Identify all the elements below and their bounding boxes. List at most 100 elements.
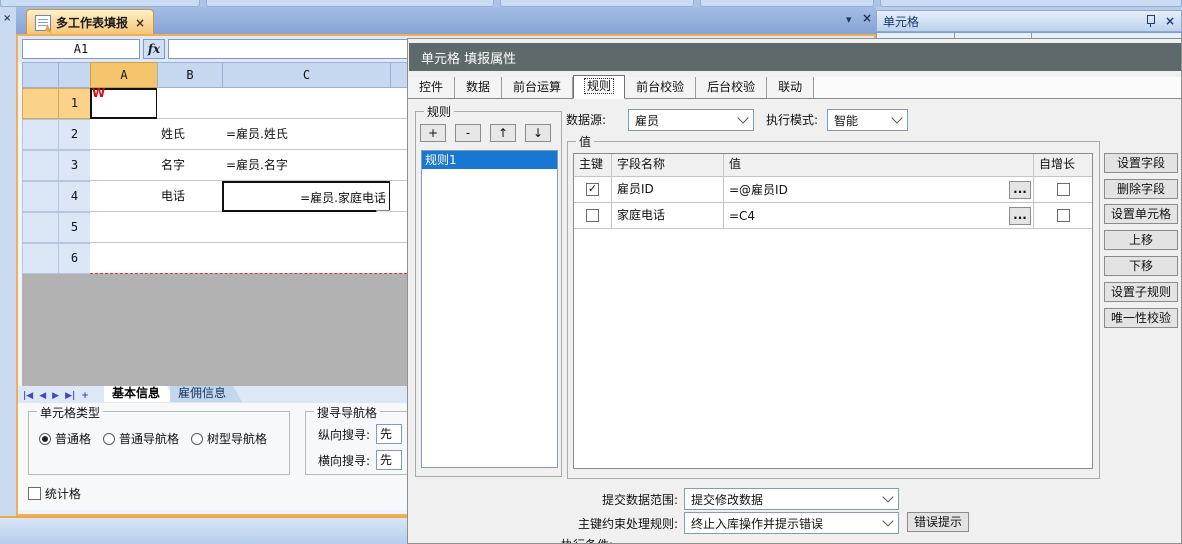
left-collapsed-panel[interactable]: × (0, 7, 17, 516)
cell-B5[interactable] (157, 212, 223, 243)
column-header-B[interactable]: B (157, 62, 223, 88)
cell-A1[interactable]: W (90, 88, 158, 119)
row-gutter-cell[interactable] (22, 88, 59, 119)
rule-list-item[interactable]: 规则1 (422, 151, 557, 169)
cell-reference-box[interactable]: A1 (22, 39, 140, 59)
ribbon-group-stub[interactable] (700, 0, 874, 7)
cell-A3[interactable] (90, 150, 158, 181)
delete-field-button[interactable]: 删除字段 (1104, 179, 1178, 199)
row-gutter-cell[interactable] (22, 181, 59, 212)
move-down-button[interactable]: 下移 (1104, 256, 1178, 276)
unique-check-button[interactable]: 唯一性校验 (1104, 308, 1178, 328)
cell-B2[interactable]: 姓氏 (157, 119, 223, 150)
value-cell[interactable]: =@雇员ID... (724, 177, 1034, 202)
row-gutter-cell[interactable] (22, 150, 59, 181)
tab-list-dropdown-icon[interactable]: ▾ (846, 13, 852, 26)
close-icon[interactable]: × (3, 13, 11, 24)
dialog-tab-数据[interactable]: 数据 (455, 77, 502, 98)
cell-A5[interactable] (90, 212, 158, 243)
set-subrule-button[interactable]: 设置子规则 (1104, 282, 1178, 302)
dialog-titlebar[interactable]: 单元格 填报属性 (409, 43, 1181, 71)
cell-type-radio-树型导航格[interactable]: 树型导航格 (191, 430, 267, 447)
column-header-num[interactable] (58, 62, 91, 88)
ribbon-group-stub[interactable] (206, 0, 494, 7)
column-header-C[interactable]: C (222, 62, 391, 88)
submit-range-select[interactable]: 提交修改数据 (684, 488, 899, 510)
ribbon-group-stub[interactable] (500, 0, 694, 7)
sheet-nav-button[interactable]: ▶ (52, 391, 59, 401)
column-header-gutter[interactable] (22, 62, 59, 88)
row-header-1[interactable]: 1 (58, 88, 91, 119)
checkbox-icon[interactable] (1057, 209, 1070, 222)
horizontal-search-field[interactable]: 先 (376, 450, 402, 470)
sheet-tab-基本信息[interactable]: 基本信息 (104, 386, 176, 402)
row-header-2[interactable]: 2 (58, 119, 91, 150)
row-gutter-cell[interactable] (22, 243, 59, 274)
row-header-5[interactable]: 5 (58, 212, 91, 243)
cell-C6[interactable] (222, 243, 391, 274)
auto-increment-cell[interactable] (1034, 203, 1092, 228)
move-up-button[interactable]: 上移 (1104, 230, 1178, 250)
cell-B6[interactable] (157, 243, 223, 274)
dialog-tab-规则[interactable]: 规则 (573, 75, 625, 99)
cell-C5[interactable] (222, 212, 391, 243)
checkbox-icon[interactable]: ✓ (586, 183, 599, 196)
cell-C1[interactable] (222, 88, 391, 119)
rules-list[interactable]: 规则1 (421, 150, 558, 468)
vertical-search-field[interactable]: 先 (376, 424, 402, 444)
cell-C4[interactable]: =雇员.家庭电话⋯ (222, 181, 391, 212)
row-header-3[interactable]: 3 (58, 150, 91, 181)
dialog-tab-联动[interactable]: 联动 (767, 77, 814, 98)
pk-rule-select[interactable]: 终止入库操作并提示错误 (684, 512, 899, 534)
dialog-tab-控件[interactable]: 控件 (408, 77, 455, 98)
exec-mode-select[interactable]: 智能 (827, 109, 908, 131)
value-cell[interactable]: =C4... (724, 203, 1034, 228)
cell-A4[interactable] (90, 181, 158, 212)
cell-type-radio-普通格[interactable]: 普通格 (39, 430, 91, 447)
ribbon-group-stub[interactable] (0, 0, 200, 7)
cell-C2[interactable]: =雇员.姓氏 (222, 119, 391, 150)
formula-editor-button[interactable]: ... (1009, 181, 1031, 199)
remove-rule-button[interactable]: - (455, 124, 481, 142)
row-header-6[interactable]: 6 (58, 243, 91, 274)
cell-B1[interactable] (157, 88, 223, 119)
sheet-tab-雇佣信息[interactable]: 雇佣信息 (170, 386, 242, 402)
row-gutter-cell[interactable] (22, 119, 59, 150)
auto-increment-cell[interactable] (1034, 177, 1092, 202)
fx-button[interactable]: fx (143, 39, 165, 59)
sheet-nav-button[interactable]: |◀ (23, 391, 33, 401)
sheet-nav-button[interactable]: ◀ (39, 391, 46, 401)
close-icon[interactable]: × (862, 11, 872, 25)
cell-B4[interactable]: 电话 (157, 181, 223, 212)
pk-checkbox-cell[interactable] (574, 203, 612, 228)
move-rule-up-button[interactable]: ↑ (490, 124, 516, 142)
column-header-A[interactable]: A (90, 62, 158, 88)
cell-A6[interactable] (90, 243, 158, 274)
row-header-4[interactable]: 4 (58, 181, 91, 212)
cell-C3[interactable]: =雇员.名字 (222, 150, 391, 181)
dialog-tab-前台校验[interactable]: 前台校验 (625, 77, 696, 98)
pk-checkbox-cell[interactable]: ✓ (574, 177, 612, 202)
move-rule-down-button[interactable]: ↓ (525, 124, 551, 142)
cell-B3[interactable]: 名字 (157, 150, 223, 181)
field-name-cell[interactable]: 家庭电话 (612, 203, 724, 228)
field-name-cell[interactable]: 雇员ID (612, 177, 724, 202)
error-prompt-button[interactable]: 错误提示 (907, 512, 969, 532)
row-gutter-cell[interactable] (22, 212, 59, 243)
checkbox-icon[interactable] (1057, 183, 1070, 196)
close-icon[interactable]: × (1165, 14, 1175, 28)
checkbox-icon[interactable] (586, 209, 599, 222)
pin-icon[interactable] (1145, 15, 1155, 27)
cell-A2[interactable] (90, 119, 158, 150)
stat-cell-checkbox[interactable] (28, 487, 41, 500)
set-field-button[interactable]: 设置字段 (1104, 153, 1178, 173)
dialog-tab-前台运算[interactable]: 前台运算 (502, 77, 573, 98)
datasource-select[interactable]: 雇员 (628, 109, 754, 131)
formula-editor-button[interactable]: ... (1009, 207, 1031, 225)
ribbon-group-stub[interactable] (880, 0, 1182, 7)
close-icon[interactable]: × (135, 16, 145, 30)
sheet-nav-button[interactable]: ▶| (65, 391, 75, 401)
set-cell-button[interactable]: 设置单元格 (1104, 204, 1178, 224)
add-sheet-button[interactable]: + (81, 391, 89, 401)
add-rule-button[interactable]: + (420, 124, 446, 142)
